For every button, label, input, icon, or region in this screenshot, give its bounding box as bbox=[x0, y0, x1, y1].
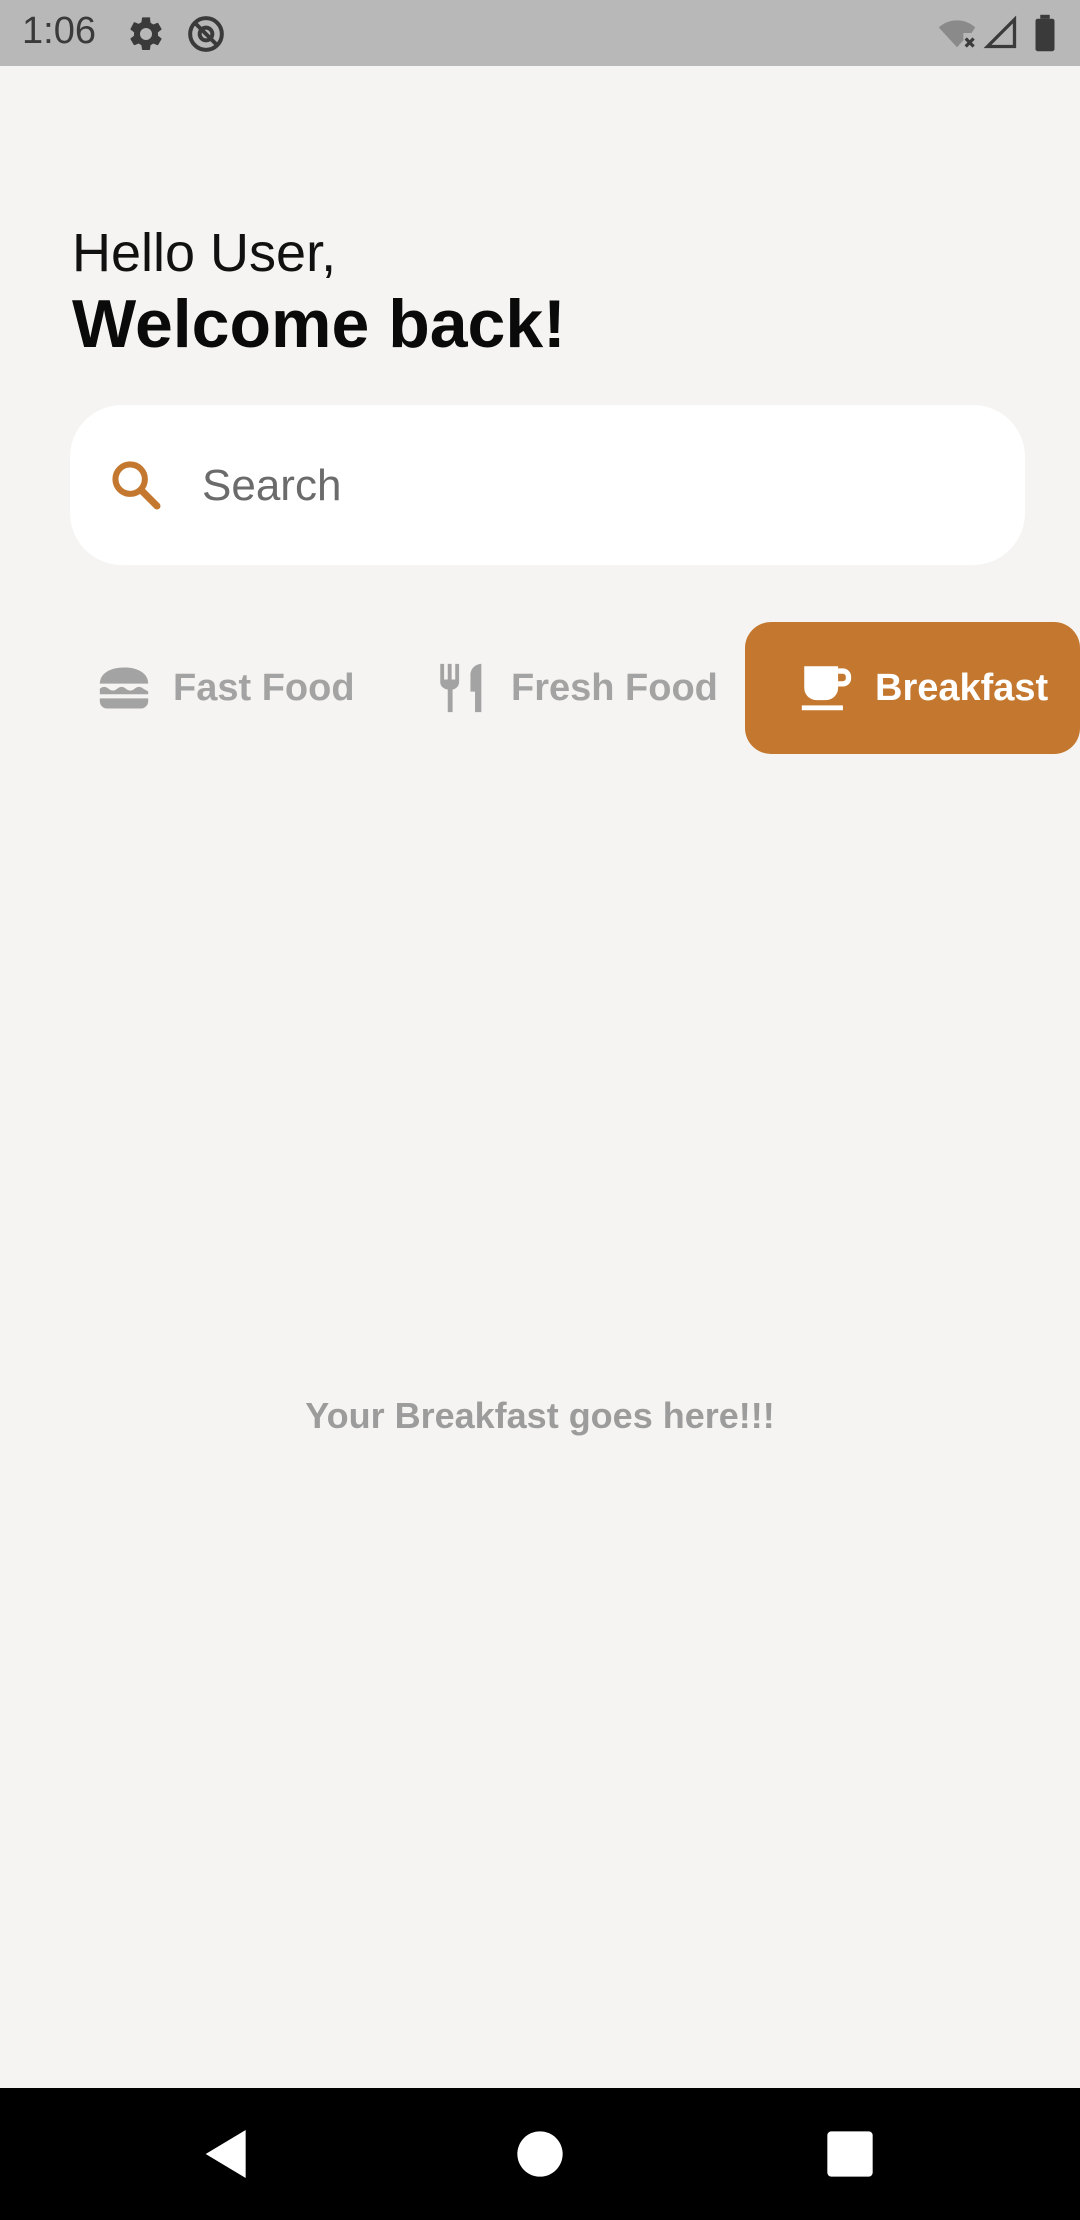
category-label: Fresh Food bbox=[511, 666, 718, 709]
cell-signal-icon bbox=[983, 15, 1017, 49]
category-fast-food[interactable]: Fast Food bbox=[95, 622, 355, 754]
fork-knife-icon bbox=[440, 663, 482, 713]
gear-icon bbox=[130, 17, 162, 50]
status-bar: 1:06 bbox=[0, 0, 1080, 66]
greeting-text: Hello User, bbox=[72, 223, 337, 283]
battery-icon bbox=[1035, 14, 1055, 52]
recents-icon[interactable] bbox=[818, 2122, 882, 2186]
category-breakfast[interactable]: Breakfast bbox=[745, 622, 1080, 754]
empty-state-message: Your Breakfast goes here!!! bbox=[305, 1395, 775, 1436]
category-label: Fast Food bbox=[173, 666, 355, 709]
search-input[interactable] bbox=[200, 443, 984, 529]
page-title: Welcome back! bbox=[72, 286, 566, 362]
coffee-cup-icon bbox=[801, 666, 852, 711]
category-fresh-food[interactable]: Fresh Food bbox=[433, 622, 733, 754]
category-label: Breakfast bbox=[875, 666, 1049, 709]
search-bar[interactable] bbox=[70, 405, 1025, 565]
navigation-bar bbox=[0, 2088, 1080, 2220]
search-icon bbox=[112, 461, 161, 510]
home-icon[interactable] bbox=[508, 2122, 572, 2186]
at-sign-icon bbox=[188, 16, 224, 52]
burger-icon bbox=[99, 667, 149, 709]
status-time: 1:06 bbox=[22, 10, 96, 52]
back-icon[interactable] bbox=[195, 2122, 259, 2186]
wifi-off-icon bbox=[938, 20, 976, 48]
